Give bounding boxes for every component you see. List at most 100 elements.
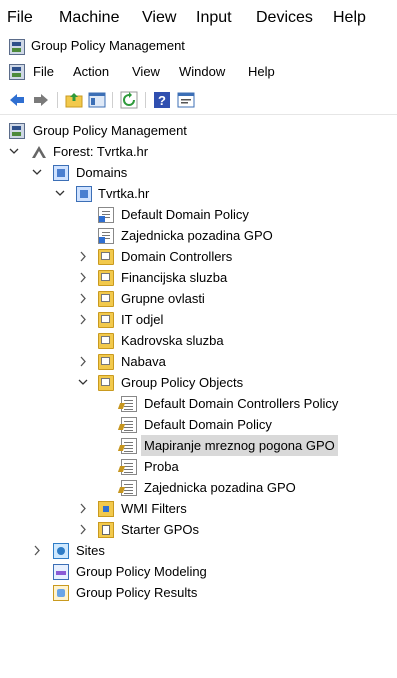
gpm-root-icon	[9, 123, 25, 139]
tree-item-ou[interactable]: Kadrovska sluzba	[0, 330, 397, 351]
tree-item-gpo[interactable]: Default Domain Policy	[0, 414, 397, 435]
up-folder-icon[interactable]	[65, 91, 83, 109]
tree-item-label: Default Domain Policy	[144, 417, 272, 432]
tree-item-label: Nabava	[121, 354, 166, 369]
chevron-right-icon[interactable]	[77, 246, 89, 267]
tree-item-forest[interactable]: Forest: Tvrtka.hr	[0, 141, 397, 162]
toolbar: ?	[0, 86, 397, 115]
gpm-app-icon	[9, 39, 25, 55]
chevron-right-icon[interactable]	[77, 309, 89, 330]
forest-icon	[31, 144, 47, 160]
tree-item-gpo[interactable]: Zajednicka pozadina GPO	[0, 477, 397, 498]
vm-menu-help[interactable]: Help	[333, 9, 366, 27]
show-hide-console-tree-icon[interactable]	[88, 91, 106, 109]
tree-item-modeling[interactable]: Group Policy Modeling	[0, 561, 397, 582]
tree-item-gpo[interactable]: Default Domain Controllers Policy	[0, 393, 397, 414]
gp-modeling-icon	[53, 564, 69, 580]
window-title-bar: Group Policy Management	[0, 36, 397, 58]
tree-item-label: Group Policy Modeling	[76, 564, 207, 579]
tree-item-label: WMI Filters	[121, 501, 187, 516]
toolbar-separator	[145, 92, 146, 108]
tree-item-label: Financijska sluzba	[121, 270, 228, 285]
tree-item-ou[interactable]: Financijska sluzba	[0, 267, 397, 288]
menu-view[interactable]: View	[132, 64, 160, 79]
tree-item-label: Zajednicka pozadina GPO	[144, 480, 296, 495]
tree-item-label: Proba	[144, 459, 179, 474]
chevron-down-icon[interactable]	[8, 141, 20, 162]
tree-item-gpo-link[interactable]: Default Domain Policy	[0, 204, 397, 225]
tree-item-label: Kadrovska sluzba	[121, 333, 224, 348]
forward-arrow-icon[interactable]	[32, 91, 50, 109]
gpo-icon	[121, 459, 137, 475]
tree-item-label: Group Policy Management	[33, 123, 187, 138]
menu-action[interactable]: Action	[73, 64, 109, 79]
app-menu-bar: File Action View Window Help	[0, 60, 397, 84]
ou-folder-icon	[98, 312, 114, 328]
tree-item-ou[interactable]: IT odjel	[0, 309, 397, 330]
tree-item-label: IT odjel	[121, 312, 164, 327]
tree-item-root[interactable]: Group Policy Management	[0, 120, 397, 141]
gpo-icon	[121, 480, 137, 496]
tree-item-domain[interactable]: Tvrtka.hr	[0, 183, 397, 204]
gpo-icon	[121, 438, 137, 454]
ou-folder-icon	[98, 249, 114, 265]
tree-item-label: Group Policy Objects	[121, 375, 244, 390]
gpo-link-icon	[98, 207, 114, 223]
tree-item-starter-gpos[interactable]: Starter GPOs	[0, 519, 397, 540]
help-icon[interactable]: ?	[153, 91, 171, 109]
vm-menu-input[interactable]: Input	[196, 9, 232, 27]
tree-item-gpo-container[interactable]: Group Policy Objects	[0, 372, 397, 393]
chevron-right-icon[interactable]	[77, 498, 89, 519]
domain-icon	[76, 186, 92, 202]
tree-item-ou[interactable]: Nabava	[0, 351, 397, 372]
tree-item-results[interactable]: Group Policy Results	[0, 582, 397, 603]
tree-item-ou[interactable]: Domain Controllers	[0, 246, 397, 267]
gpm-system-menu-icon[interactable]	[9, 64, 25, 80]
chevron-down-icon[interactable]	[31, 162, 43, 183]
properties-icon[interactable]	[177, 91, 195, 109]
menu-window[interactable]: Window	[179, 64, 225, 79]
chevron-right-icon[interactable]	[77, 519, 89, 540]
gp-results-icon	[53, 585, 69, 601]
tree-item-sites[interactable]: Sites	[0, 540, 397, 561]
chevron-right-icon[interactable]	[77, 351, 89, 372]
ou-folder-icon	[98, 270, 114, 286]
tree-item-gpo-link[interactable]: Zajednicka pozadina GPO	[0, 225, 397, 246]
menu-file[interactable]: File	[33, 64, 54, 79]
chevron-right-icon[interactable]	[31, 540, 43, 561]
chevron-right-icon[interactable]	[77, 288, 89, 309]
tree-item-label: Forest: Tvrtka.hr	[53, 144, 149, 159]
back-arrow-icon[interactable]	[8, 91, 26, 109]
tree-item-domains[interactable]: Domains	[0, 162, 397, 183]
tree-item-gpo[interactable]: Proba	[0, 456, 397, 477]
wmi-filter-folder-icon	[98, 501, 114, 517]
tree-item-label: Default Domain Controllers Policy	[144, 396, 339, 411]
refresh-icon[interactable]	[120, 91, 138, 109]
tree-item-ou[interactable]: Grupne ovlasti	[0, 288, 397, 309]
tree-item-label: Group Policy Results	[76, 585, 198, 600]
tree-item-label: Domains	[76, 165, 128, 180]
tree-item-gpo-selected[interactable]: Mapiranje mreznog pogona GPO	[0, 435, 397, 456]
svg-text:?: ?	[158, 93, 166, 108]
vm-menu-file[interactable]: File	[7, 9, 33, 27]
gpo-container-folder-icon	[98, 375, 114, 391]
gpo-icon	[121, 396, 137, 412]
vm-menu-devices[interactable]: Devices	[256, 9, 313, 27]
ou-folder-icon	[98, 354, 114, 370]
tree-item-label: Tvrtka.hr	[98, 186, 150, 201]
starter-gpo-folder-icon	[98, 522, 114, 538]
tree-item-label: Grupne ovlasti	[121, 291, 205, 306]
tree-item-label: Mapiranje mreznog pogona GPO	[141, 435, 338, 456]
menu-help[interactable]: Help	[248, 64, 275, 79]
domains-folder-icon	[53, 165, 69, 181]
chevron-down-icon[interactable]	[77, 372, 89, 393]
vm-menu-view[interactable]: View	[142, 9, 176, 27]
chevron-down-icon[interactable]	[54, 183, 66, 204]
tree-item-label: Sites	[76, 543, 105, 558]
chevron-right-icon[interactable]	[77, 267, 89, 288]
tree-item-label: Default Domain Policy	[121, 207, 249, 222]
tree-item-label: Zajednicka pozadina GPO	[121, 228, 273, 243]
tree-item-wmi-filters[interactable]: WMI Filters	[0, 498, 397, 519]
vm-menu-machine[interactable]: Machine	[59, 9, 119, 27]
gpo-icon	[121, 417, 137, 433]
